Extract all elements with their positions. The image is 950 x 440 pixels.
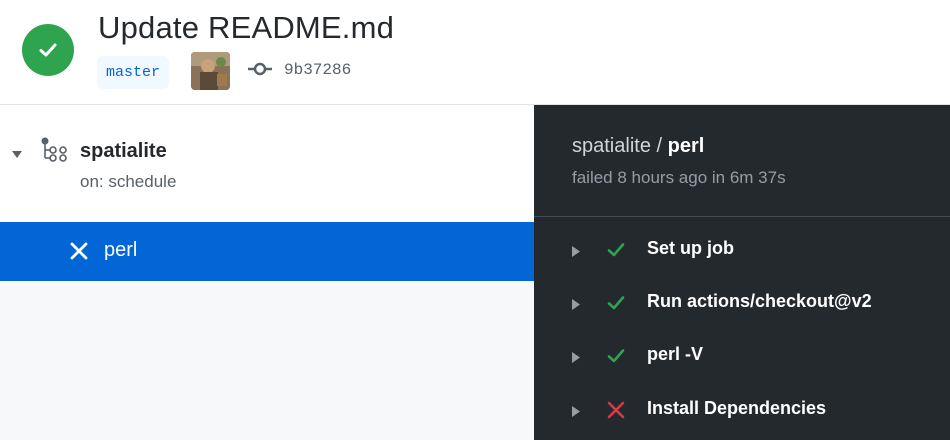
workflow-trigger: on: schedule — [80, 172, 177, 191]
step-name: perl -V — [647, 344, 704, 364]
avatar-image — [191, 52, 230, 90]
workflow-name[interactable]: spatialite — [80, 140, 167, 163]
expand-caret-icon — [572, 350, 580, 368]
job-detail-job: perl — [667, 135, 705, 157]
job-detail-status: failed 8 hours ago in 6m 37s — [572, 168, 786, 187]
workflow-sidebar: spatialite on: schedule perl — [0, 105, 534, 440]
avatar[interactable] — [191, 52, 230, 90]
step-name: Install Dependencies — [647, 398, 827, 418]
step-perl-v[interactable]: perl -V — [534, 331, 950, 383]
job-detail-title: spatialite / perl — [572, 135, 704, 158]
success-status-icon — [22, 24, 74, 76]
step-set-up-job[interactable]: Set up job — [534, 225, 950, 277]
check-icon — [39, 43, 57, 57]
workflow-icon — [40, 137, 68, 168]
commit-icon — [248, 62, 272, 81]
branch-label[interactable]: master — [97, 56, 170, 89]
step-name: Set up job — [647, 238, 734, 258]
commit-title[interactable]: Update README.md — [98, 10, 394, 46]
run-header: Update README.md master 9b37286 — [0, 0, 950, 105]
commit-sha[interactable]: 9b37286 — [284, 61, 351, 79]
expand-caret-icon — [572, 297, 580, 315]
expand-caret-icon — [572, 404, 580, 422]
check-icon — [606, 240, 626, 265]
job-detail-panel: spatialite / perl failed 8 hours ago in … — [534, 105, 950, 440]
job-item-perl[interactable]: perl — [0, 222, 534, 281]
check-icon — [606, 346, 626, 371]
job-detail-separator: / — [650, 135, 668, 157]
job-detail-workflow: spatialite — [572, 135, 651, 157]
collapse-caret-icon[interactable] — [11, 147, 23, 165]
step-name: Run actions/checkout@v2 — [647, 291, 872, 311]
x-icon — [606, 400, 626, 425]
failed-icon — [70, 242, 88, 265]
job-detail-header: spatialite / perl failed 8 hours ago in … — [534, 105, 950, 217]
workflow-group: spatialite on: schedule — [0, 105, 534, 222]
job-name: perl — [104, 239, 138, 261]
step-install-dependencies[interactable]: Install Dependencies — [534, 385, 950, 437]
expand-caret-icon — [572, 244, 580, 262]
step-checkout[interactable]: Run actions/checkout@v2 — [534, 278, 950, 330]
check-icon — [606, 293, 626, 318]
